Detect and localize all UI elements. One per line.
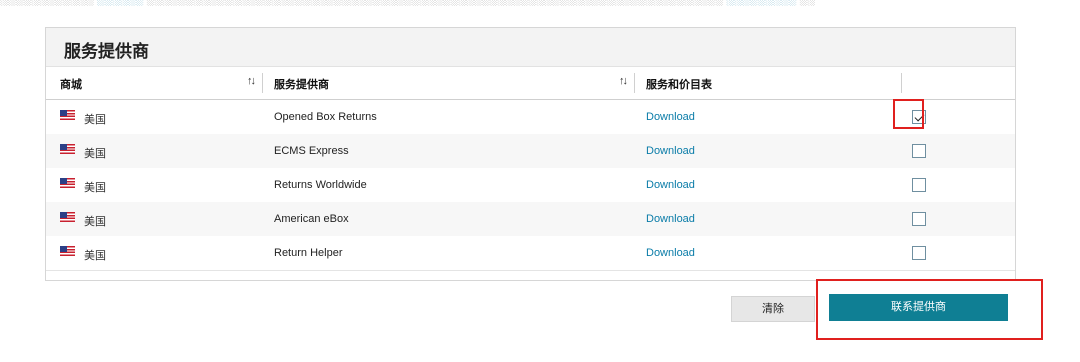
clear-button[interactable]: 清除	[731, 296, 815, 322]
table-row: 美国 American eBox Download	[46, 202, 1015, 237]
country-cell: 美国	[84, 148, 106, 160]
download-link[interactable]: Download	[646, 111, 695, 123]
button-highlight-box	[816, 279, 1043, 340]
country-cell: 美国	[84, 182, 106, 194]
us-flag-icon	[60, 144, 75, 154]
us-flag-icon	[60, 178, 75, 188]
provider-cell: Return Helper	[274, 247, 343, 259]
download-link[interactable]: Download	[646, 213, 695, 225]
download-link[interactable]: Download	[646, 247, 695, 259]
panel-header: 服务提供商	[46, 28, 1015, 67]
download-link[interactable]: Download	[646, 179, 695, 191]
provider-cell: Opened Box Returns	[274, 111, 377, 123]
column-divider	[634, 73, 635, 93]
column-divider	[901, 73, 902, 93]
top-instruction-text: ░░░░░░░░░░░░ ░░░░░░ ░░░░░░░░░░░░░░░░░░░░…	[0, 0, 815, 6]
select-checkbox[interactable]	[912, 144, 926, 158]
service-provider-panel: 服务提供商 商城 ↑↓ 服务提供商 ↑↓ 服务和价目表 美国 Opened Bo…	[45, 27, 1016, 281]
us-flag-icon	[60, 212, 75, 222]
country-cell: 美国	[84, 216, 106, 228]
table-row: 美国 Opened Box Returns Download	[46, 100, 1015, 135]
column-header-provider[interactable]: 服务提供商	[274, 76, 329, 92]
column-header-price-list: 服务和价目表	[646, 79, 712, 91]
checkbox-highlight-box	[893, 99, 924, 129]
download-link[interactable]: Download	[646, 145, 695, 157]
table-header: 商城 ↑↓ 服务提供商 ↑↓ 服务和价目表	[46, 67, 1015, 100]
sort-arrows-icon[interactable]: ↑↓	[247, 75, 256, 87]
provider-cell: Returns Worldwide	[274, 179, 367, 191]
select-checkbox[interactable]	[912, 178, 926, 192]
provider-cell: ECMS Express	[274, 145, 349, 157]
sort-arrows-icon[interactable]: ↑↓	[619, 75, 628, 87]
select-checkbox[interactable]	[912, 212, 926, 226]
select-checkbox[interactable]	[912, 246, 926, 260]
table-row: 美国 Returns Worldwide Download	[46, 168, 1015, 203]
column-divider	[262, 73, 263, 93]
country-cell: 美国	[84, 114, 106, 126]
provider-cell: American eBox	[274, 213, 349, 225]
column-header-market: 商城	[60, 79, 82, 91]
table-row: 美国 ECMS Express Download	[46, 134, 1015, 169]
table-row: 美国 Return Helper Download	[46, 236, 1015, 271]
country-cell: 美国	[84, 250, 106, 262]
us-flag-icon	[60, 110, 75, 120]
panel-title: 服务提供商	[64, 42, 149, 61]
us-flag-icon	[60, 246, 75, 256]
